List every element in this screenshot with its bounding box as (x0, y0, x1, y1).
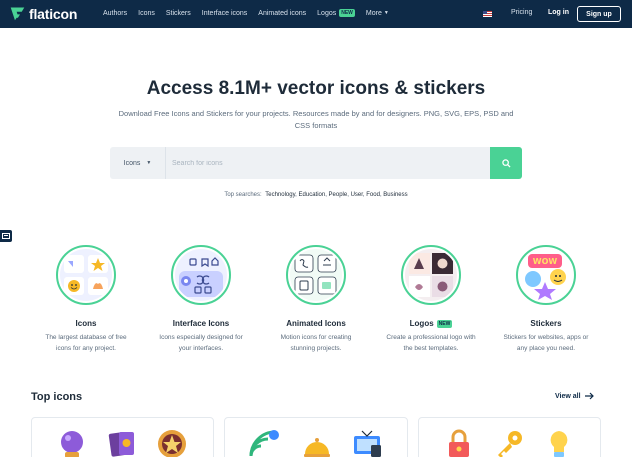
category-logos[interactable]: Logos NEW Create a professional logo wit… (381, 245, 481, 354)
top-icons-title: Top icons (31, 391, 83, 403)
nav-item-label: Stickers (165, 9, 191, 17)
icon-pack-card[interactable] (418, 417, 601, 457)
new-badge: NEW (339, 9, 355, 17)
hero-title: Access 8.1M+ vector icons & stickers (146, 78, 486, 99)
us-flag-icon[interactable] (483, 11, 492, 17)
nav-item-logos[interactable]: Logos NEW (317, 9, 355, 17)
icon-pack-card[interactable] (224, 417, 408, 457)
tv-icon (354, 430, 381, 457)
top-search-link[interactable]: User (351, 192, 363, 198)
category-description: Motion icons for creating stunning proje… (280, 334, 352, 352)
cloche-icon (304, 438, 330, 457)
category-image (56, 245, 116, 305)
category-title: Stickers (530, 319, 562, 328)
login-link[interactable]: Log in (548, 9, 569, 16)
nav-item-interface-icons[interactable]: Interface icons (202, 10, 248, 17)
nav-item-label: Authors (103, 9, 128, 17)
icon-pack-card[interactable] (31, 417, 214, 457)
pentacle-icon (158, 430, 186, 457)
crystal-ball-icon (61, 431, 83, 457)
main-nav: Authors Icons Stickers Interface icons A… (103, 9, 400, 17)
search-icon (501, 158, 511, 168)
logos-illustration-icon (405, 249, 457, 301)
view-all-label: View all (555, 392, 581, 400)
search-type-label: Icons (123, 159, 141, 167)
interface-icons-illustration-icon (175, 249, 227, 301)
category-title: Icons (75, 319, 97, 328)
category-title: Interface Icons (172, 319, 230, 328)
arrow-right-icon (584, 392, 594, 400)
top-search-link[interactable]: Business (383, 192, 407, 198)
signup-button[interactable]: Sign up (577, 6, 621, 22)
svg-text:WOW: WOW (533, 257, 558, 266)
search-input[interactable] (167, 147, 489, 179)
logo-text: flaticon (29, 5, 78, 22)
category-image: WOW (516, 245, 576, 305)
category-title: Animated Icons (286, 319, 346, 328)
nav-item-more[interactable]: More ▼ (366, 10, 389, 17)
category-icons[interactable]: Icons The largest database of free icons… (36, 245, 136, 354)
padlock-icon (449, 429, 469, 457)
feedback-tab[interactable] (0, 230, 12, 242)
category-description: Stickers for websites, apps or any place… (503, 334, 589, 352)
nav-item-authors[interactable]: Authors (103, 10, 127, 17)
new-badge: NEW (436, 319, 453, 328)
search-button[interactable] (490, 147, 522, 179)
top-search-link[interactable]: Food (366, 192, 380, 198)
flaticon-logo[interactable]: flaticon (9, 5, 77, 22)
search-bar: Icons ▼ (110, 147, 522, 179)
chevron-down-icon: ▼ (383, 10, 389, 16)
nav-item-animated-icons[interactable]: Animated icons (258, 10, 306, 17)
hero-subtitle: Download Free Icons and Stickers for you… (118, 109, 514, 130)
wifi-icon (249, 430, 279, 457)
nav-item-icons[interactable]: Icons (138, 10, 155, 17)
category-description: Icons especially designed for your inter… (159, 334, 243, 352)
top-searches: Top searches: Technology, Education, Peo… (224, 192, 408, 198)
category-title: Logos NEW (381, 319, 481, 328)
category-stickers[interactable]: WOW Stickers Stickers for websites, apps… (496, 245, 596, 354)
tarot-cards-icon (108, 432, 134, 457)
top-navigation-bar: flaticon Authors Icons Stickers Interfac… (0, 0, 632, 28)
chevron-down-icon: ▼ (146, 160, 152, 166)
search-type-dropdown[interactable]: Icons ▼ (110, 147, 166, 179)
category-image (286, 245, 346, 305)
key-icon (498, 431, 522, 457)
category-description: The largest database of free icons for a… (45, 334, 127, 352)
category-animated-icons[interactable]: Animated Icons Motion icons for creating… (266, 245, 366, 354)
icons-illustration-icon (60, 249, 112, 301)
nav-item-label: Animated icons (258, 9, 307, 17)
category-description: Create a professional logo with the best… (386, 334, 476, 352)
top-searches-label: Top searches: (224, 192, 262, 198)
nav-item-label: More (365, 9, 382, 17)
category-image (171, 245, 231, 305)
category-interface-icons[interactable]: Interface Icons Icons especially designe… (151, 245, 251, 354)
pricing-link[interactable]: Pricing (511, 9, 532, 16)
nav-item-label: Logos (317, 9, 337, 17)
flaticon-logo-icon (10, 7, 25, 21)
chat-icon (2, 232, 10, 239)
top-search-link[interactable]: Education (299, 192, 326, 198)
signup-label: Sign up (586, 10, 612, 18)
top-search-link[interactable]: Technology (265, 192, 295, 198)
nav-item-label: Icons (138, 9, 155, 17)
category-image (401, 245, 461, 305)
nav-item-label: Interface icons (201, 9, 248, 17)
top-search-link[interactable]: People (329, 192, 348, 198)
stickers-illustration-icon: WOW (520, 249, 572, 301)
category-title-label: Logos (409, 319, 434, 328)
animated-icons-illustration-icon (290, 249, 342, 301)
view-all-link[interactable]: View all (555, 392, 595, 400)
nav-item-stickers[interactable]: Stickers (166, 10, 191, 17)
light-bulb-icon (550, 431, 568, 457)
